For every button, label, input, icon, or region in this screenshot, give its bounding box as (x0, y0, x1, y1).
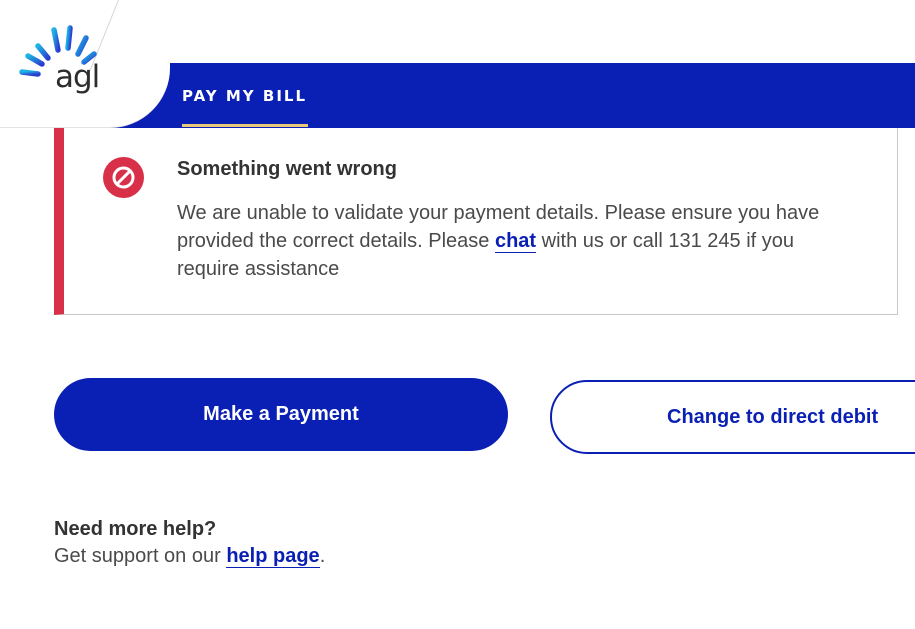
change-to-direct-debit-button[interactable]: Change to direct debit (550, 380, 915, 454)
page: agl PAY MY BILL Something went wrong We … (0, 0, 915, 629)
logo-container[interactable]: agl (0, 0, 170, 128)
help-page-link[interactable]: help page (226, 545, 320, 568)
alert-message: We are unable to validate your payment d… (177, 199, 837, 283)
help-text-suffix: . (319, 545, 326, 567)
tab-pay-my-bill-label: PAY MY BILL (182, 86, 308, 105)
make-payment-button[interactable]: Make a Payment (54, 378, 508, 451)
help-text-prefix: Get support on our (54, 545, 227, 567)
help-text: Get support on our help page. (54, 545, 325, 568)
alert-title: Something went wrong (177, 158, 397, 180)
chat-link[interactable]: chat (494, 230, 537, 253)
active-tab-indicator (182, 124, 308, 127)
tab-pay-my-bill[interactable]: PAY MY BILL (182, 63, 307, 128)
help-heading: Need more help? (54, 518, 217, 540)
prohibited-icon (103, 157, 144, 198)
logo-text: agl (55, 59, 100, 95)
